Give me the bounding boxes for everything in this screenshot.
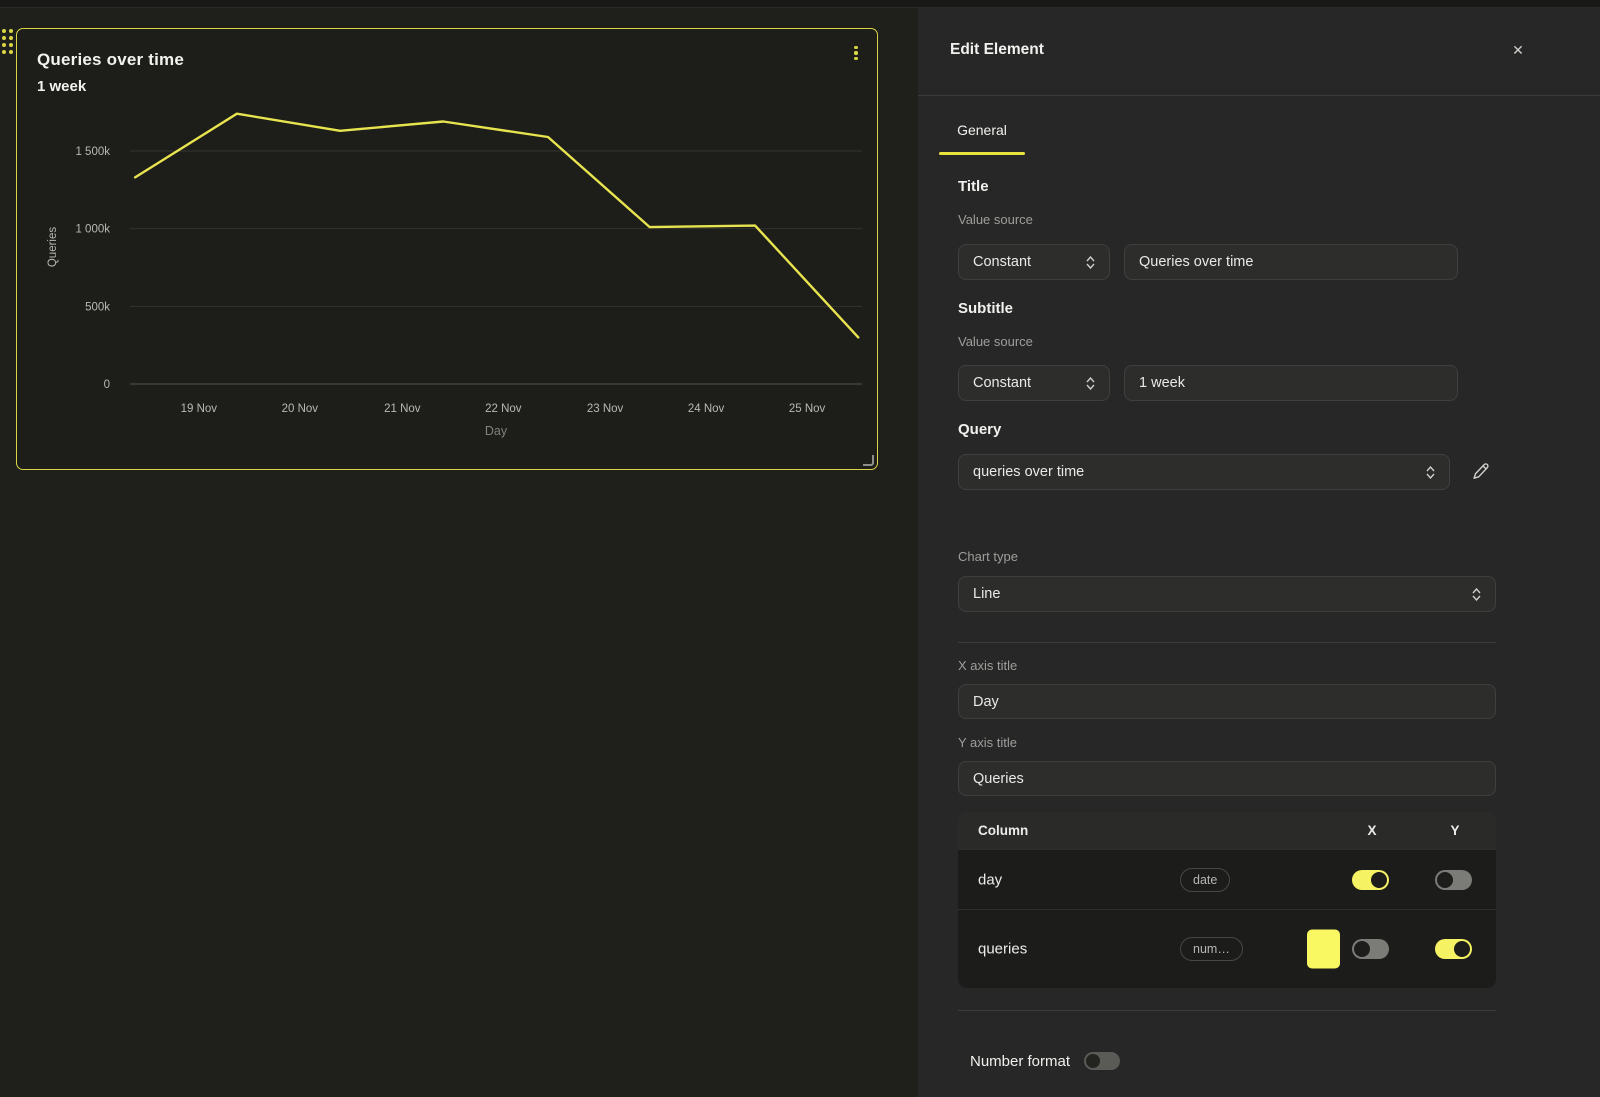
title-value-source-label: Value source [958,212,1033,227]
subtitle-value-source-label: Value source [958,334,1033,349]
svg-text:Queries: Queries [47,227,59,268]
svg-text:500k: 500k [85,301,110,313]
select-chevron-icon [1426,466,1435,479]
query-select-value: queries over time [973,464,1084,480]
svg-text:23 Nov: 23 Nov [587,403,624,415]
column-name: queries [978,941,1027,958]
subtitle-value-text: 1 week [1139,375,1185,391]
svg-text:19 Nov: 19 Nov [181,403,218,415]
panel-title: Edit Element [950,41,1044,59]
svg-text:0: 0 [104,379,110,391]
x-header: X [1352,823,1392,838]
dashboard-canvas[interactable]: Queries over time 1 week 0500k1 000k1 50… [0,8,918,1097]
number-format-toggle[interactable] [1084,1052,1120,1070]
select-chevron-icon [1472,588,1481,601]
svg-text:Day: Day [485,424,508,438]
tab-general-label: General [957,122,1007,138]
subtitle-source-value: Constant [973,375,1031,391]
x-axis-title-input[interactable]: Day [958,684,1496,719]
subtitle-section-heading: Subtitle [958,300,1013,317]
svg-text:25 Nov: 25 Nov [789,403,826,415]
day-x-toggle[interactable] [1352,870,1389,890]
svg-text:22 Nov: 22 Nov [485,403,522,415]
chart-type-select[interactable]: Line [958,576,1496,612]
title-value-input[interactable]: Queries over time [1124,244,1458,280]
type-badge: num… [1180,937,1243,961]
window-top-edge [0,0,1600,8]
title-value-text: Queries over time [1139,254,1253,270]
svg-text:20 Nov: 20 Nov [282,403,319,415]
columns-table: Column X Y day date queries num… [958,812,1496,988]
section-divider [958,642,1496,643]
svg-text:24 Nov: 24 Nov [688,403,725,415]
title-source-select[interactable]: Constant [958,244,1110,280]
series-color-swatch[interactable] [1307,930,1340,969]
y-axis-title-input[interactable]: Queries [958,761,1496,796]
svg-text:21 Nov: 21 Nov [384,403,421,415]
table-row-day: day date [958,849,1496,909]
number-format-label: Number format [970,1053,1070,1070]
section-divider [958,1010,1496,1011]
queries-y-toggle[interactable] [1435,939,1472,959]
table-row-queries: queries num… [958,909,1496,988]
drag-handle-icon[interactable] [2,29,13,54]
app-window: Queries over time 1 week 0 500k 1 000k 1 50… [0,0,1600,1097]
column-name: day [978,871,1002,888]
day-y-toggle[interactable] [1435,870,1472,890]
tab-general[interactable]: General [939,113,1025,155]
svg-text:1 000k: 1 000k [75,224,110,236]
edit-query-pencil-icon[interactable] [1470,460,1494,484]
close-icon[interactable]: ✕ [1506,38,1530,62]
subtitle-source-select[interactable]: Constant [958,365,1110,401]
title-source-value: Constant [973,254,1031,270]
resize-handle-icon[interactable] [863,455,874,466]
chart-type-label: Chart type [958,549,1018,564]
select-chevron-icon [1086,377,1095,390]
y-axis-title-label: Y axis title [958,735,1017,750]
type-badge: date [1180,868,1230,892]
queries-x-toggle[interactable] [1352,939,1389,959]
panel-header: Edit Element ✕ [918,8,1600,96]
query-select[interactable]: queries over time [958,454,1450,490]
edit-element-panel: Edit Element ✕ General Title Value sourc… [918,8,1600,1097]
chart-type-value: Line [973,586,1000,602]
y-axis-title-value: Queries [973,771,1024,787]
columns-table-header: Column X Y [958,812,1496,849]
number-format-row: Number format [970,1052,1120,1070]
x-axis-title-value: Day [973,694,999,710]
title-section-heading: Title [958,178,989,195]
subtitle-value-input[interactable]: 1 week [1124,365,1458,401]
svg-text:1 500k: 1 500k [75,146,110,158]
line-chart-svg: 0 500k 1 000k 1 500k 19 Nov 20 Nov 21 Nov 22 No… [17,29,876,468]
x-axis-title-label: X axis title [958,658,1017,673]
select-chevron-icon [1086,256,1095,269]
query-section-heading: Query [958,421,1001,438]
column-header: Column [978,823,1028,838]
chart-widget[interactable]: Queries over time 1 week 0500k1 000k1 50… [16,28,878,470]
tab-active-underline [939,152,1025,155]
y-header: Y [1435,823,1475,838]
